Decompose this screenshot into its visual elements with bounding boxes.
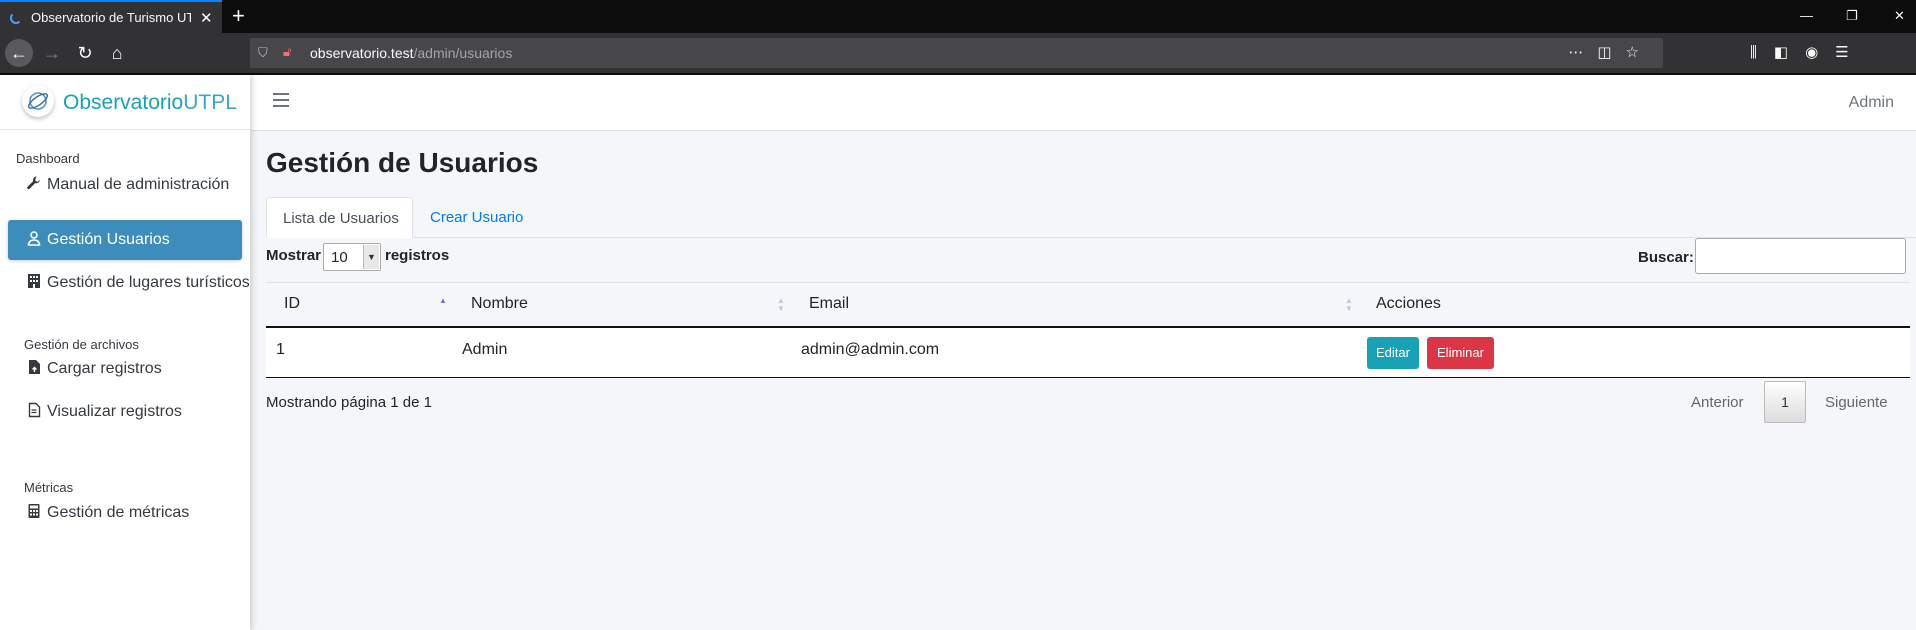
length-suffix: registros xyxy=(385,247,450,264)
sidebar-item-label: Visualizar registros xyxy=(47,403,182,420)
sort-both-icon: ▲ ▼ xyxy=(1345,296,1353,313)
page-actions-icon[interactable]: ⋯ xyxy=(1568,44,1597,61)
column-header-email[interactable]: Email xyxy=(809,295,849,313)
table-search: Buscar: xyxy=(1638,238,1906,274)
browser-toolbar: ← → ↻ ⌂ ⛉ 🔓︎ observatorio.test/admin/usu… xyxy=(0,33,1916,73)
users-table: ID ▲ Nombre ▲ ▼ Email ▲ ▼ Acciones 1 Admin… xyxy=(266,282,1910,378)
user-icon xyxy=(25,230,43,248)
sidebar-header-dashboard: Dashboard xyxy=(16,151,80,166)
browser-tab-title: Observatorio de Turismo UTPL xyxy=(31,10,191,25)
url-actions: ⋯◫☆ xyxy=(1568,43,1653,61)
library-icon[interactable]: ⫼ xyxy=(1750,44,1774,61)
cell-email: admin@admin.com xyxy=(801,341,940,358)
file-upload-icon xyxy=(25,359,43,377)
sidebar-item-label: Manual de administración xyxy=(47,176,230,193)
file-view-icon xyxy=(25,402,43,420)
sidebar-item-view[interactable]: Visualizar registros xyxy=(8,392,242,432)
search-label: Buscar: xyxy=(1638,249,1694,266)
column-header-nombre[interactable]: Nombre xyxy=(471,295,528,313)
sidebar-item-label: Gestión de lugares turísticos xyxy=(47,274,250,291)
sidebar: ObservatorioUTPL Dashboard Manual de adm… xyxy=(0,75,250,630)
pocket-icon[interactable]: ◫ xyxy=(1597,44,1625,61)
brand-name: ObservatorioUTPL xyxy=(63,91,237,114)
globe-logo-icon xyxy=(22,85,54,117)
browser-tab[interactable]: Observatorio de Turismo UTPL ✕ xyxy=(0,0,222,33)
minimize-window-icon[interactable]: — xyxy=(1800,8,1813,23)
tab-user-list[interactable]: Lista de Usuarios xyxy=(266,197,413,238)
sidebar-item-users[interactable]: Gestión Usuarios xyxy=(8,220,242,260)
sidebar-item-manual[interactable]: Manual de administración xyxy=(8,165,242,205)
menu-icon[interactable]: ☰ xyxy=(1835,44,1865,61)
tracking-shield-icon[interactable]: ⛉ xyxy=(258,45,268,61)
cell-nombre: Admin xyxy=(462,341,508,358)
table-info: Mostrando página 1 de 1 xyxy=(266,394,432,411)
pagination-next[interactable]: Siguiente xyxy=(1825,394,1888,411)
new-tab-icon[interactable]: + xyxy=(232,3,245,29)
delete-button[interactable]: Eliminar xyxy=(1427,337,1494,369)
forward-arrow-icon[interactable]: → xyxy=(38,39,66,67)
browser-tab-strip: Observatorio de Turismo UTPL ✕ + — ❐ ✕ xyxy=(0,0,1916,33)
url-text: observatorio.test/admin/usuarios xyxy=(310,45,513,61)
sidebar-item-metrics[interactable]: Gestión de métricas xyxy=(8,493,242,533)
cell-id: 1 xyxy=(276,341,285,358)
home-icon[interactable]: ⌂ xyxy=(103,39,131,67)
sidebar-item-label: Cargar registros xyxy=(47,360,162,377)
page-title: Gestión de Usuarios xyxy=(266,147,539,178)
edit-button[interactable]: Editar xyxy=(1367,337,1419,369)
sidebar-item-label: Gestión Usuarios xyxy=(47,231,170,248)
building-icon xyxy=(25,273,43,291)
sidebar-item-places[interactable]: Gestión de lugares turísticos xyxy=(8,263,250,303)
content-tabs: Lista de Usuarios Crear Usuario xyxy=(266,197,1916,238)
sidebar-toggle-icon[interactable]: ◧ xyxy=(1774,44,1805,61)
sort-both-icon: ▲ ▼ xyxy=(777,296,785,313)
search-input[interactable] xyxy=(1695,238,1906,274)
address-bar[interactable]: ⛉ 🔓︎ observatorio.test/admin/usuarios ⋯◫… xyxy=(250,38,1663,68)
page-length-value: 10 xyxy=(331,249,348,266)
back-arrow-icon[interactable]: ← xyxy=(5,39,33,67)
pagination-page[interactable]: 1 xyxy=(1764,381,1806,423)
user-menu[interactable]: Admin xyxy=(1849,94,1894,112)
page-length-select[interactable]: 10 ▼ xyxy=(323,243,381,271)
column-header-id[interactable]: ID xyxy=(284,295,300,313)
column-header-acciones: Acciones xyxy=(1376,295,1441,312)
table-header: ID ▲ Nombre ▲ ▼ Email ▲ ▼ Acciones xyxy=(266,282,1910,328)
table-row: 1 Admin admin@admin.com Editar Eliminar xyxy=(266,328,1910,378)
bookmark-star-icon[interactable]: ☆ xyxy=(1626,44,1653,61)
top-navbar: Admin xyxy=(250,75,1916,131)
calculator-icon xyxy=(25,503,43,521)
reload-icon[interactable]: ↻ xyxy=(71,39,99,67)
tab-create-user[interactable]: Crear Usuario xyxy=(414,197,539,238)
close-window-icon[interactable]: ✕ xyxy=(1894,8,1905,24)
length-prefix: Mostrar xyxy=(266,247,322,264)
insecure-lock-icon[interactable]: 🔓︎ xyxy=(283,44,291,60)
toolbar-icons: ⫼◧◉☰ xyxy=(1750,43,1866,61)
pagination-previous[interactable]: Anterior xyxy=(1691,394,1744,411)
sidebar-item-label: Gestión de métricas xyxy=(47,504,190,521)
hamburger-menu-icon[interactable] xyxy=(273,93,289,107)
wrench-icon xyxy=(25,175,43,193)
sidebar-item-upload[interactable]: Cargar registros xyxy=(8,349,242,389)
close-tab-icon[interactable]: ✕ xyxy=(200,9,213,27)
sort-asc-icon: ▲ xyxy=(439,296,447,305)
brand-link[interactable]: ObservatorioUTPL xyxy=(0,75,250,130)
chevron-down-icon: ▼ xyxy=(363,245,379,269)
account-icon[interactable]: ◉ xyxy=(1805,44,1835,61)
loading-spinner-icon xyxy=(10,12,22,24)
restore-window-icon[interactable]: ❐ xyxy=(1846,8,1858,24)
